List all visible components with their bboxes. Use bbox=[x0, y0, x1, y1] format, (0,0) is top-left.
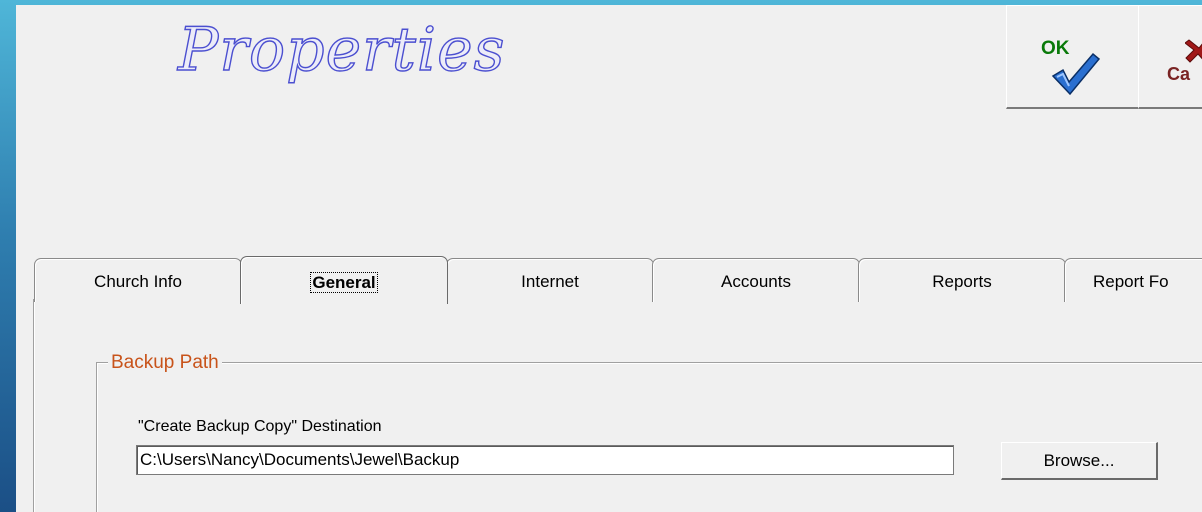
page-title: Properties bbox=[177, 14, 506, 85]
check-icon bbox=[1051, 52, 1101, 96]
browse-button[interactable]: Browse... bbox=[1001, 442, 1158, 480]
tab-label: General bbox=[310, 272, 378, 293]
cancel-button-label: Ca bbox=[1167, 64, 1191, 84]
tab-general[interactable]: General bbox=[240, 256, 448, 304]
cancel-button[interactable]: Ca bbox=[1138, 5, 1202, 109]
tab-label: Report Fo bbox=[1093, 272, 1169, 291]
tab-reports[interactable]: Reports bbox=[858, 258, 1066, 302]
tab-accounts[interactable]: Accounts bbox=[652, 258, 860, 302]
cancel-x-icon bbox=[1185, 39, 1202, 63]
tab-label: Church Info bbox=[94, 272, 182, 291]
tab-report-formats[interactable]: Report Fo bbox=[1064, 258, 1202, 302]
backup-destination-label: "Create Backup Copy" Destination bbox=[138, 418, 382, 435]
tab-internet[interactable]: Internet bbox=[446, 258, 654, 302]
backup-path-group bbox=[96, 362, 1202, 512]
properties-window: Properties OK Ca Church Info General Int… bbox=[16, 5, 1202, 512]
tab-church-info[interactable]: Church Info bbox=[34, 258, 242, 302]
ok-button[interactable]: OK bbox=[1006, 5, 1140, 109]
tab-label: Accounts bbox=[721, 272, 791, 291]
backup-path-group-title: Backup Path bbox=[108, 352, 222, 374]
backup-path-input[interactable] bbox=[136, 445, 954, 475]
tab-label: Internet bbox=[521, 272, 579, 291]
tab-label: Reports bbox=[932, 272, 992, 291]
